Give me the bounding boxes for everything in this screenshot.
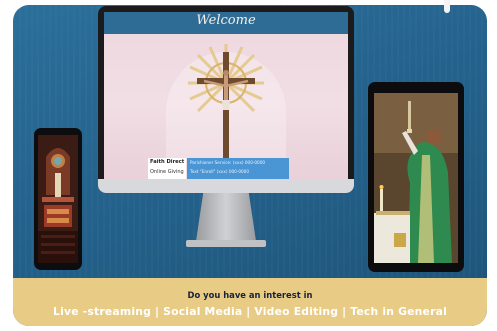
info-contact-line1: Parishioner Service: (xxx) 000-0000: [190, 160, 266, 165]
info-contact-panel: Parishioner Service: (xxx) 000-0000 Text…: [187, 158, 289, 179]
smartphone: [34, 128, 82, 270]
priest-at-altar-image: [374, 93, 458, 263]
monitor-base: [186, 240, 266, 247]
tablet: [368, 82, 464, 272]
monitor-stand: [196, 193, 256, 241]
corner-mark: [444, 0, 450, 13]
welcome-title: Welcome: [196, 13, 256, 28]
church-interior-image: [38, 135, 78, 263]
info-name: Faith Direct: [150, 159, 185, 165]
info-contact-line2: Text "Enroll" (xxx) 000-0000: [190, 169, 249, 174]
interest-banner: Do you have an interest in Live -streami…: [13, 278, 487, 326]
monitor-chin: [98, 179, 354, 193]
info-subtitle: Online Giving: [150, 169, 184, 175]
desktop-monitor: Welcome Faith Direct Online Giving Paris…: [98, 6, 354, 193]
online-giving-info: Faith Direct Online Giving Parishioner S…: [148, 158, 289, 179]
info-name-panel: Faith Direct Online Giving: [148, 158, 186, 179]
monitor-screen: Welcome Faith Direct Online Giving Paris…: [104, 12, 348, 179]
banner-topics: Live -streaming | Social Media | Video E…: [52, 305, 447, 318]
banner-question: Do you have an interest in: [187, 290, 313, 300]
